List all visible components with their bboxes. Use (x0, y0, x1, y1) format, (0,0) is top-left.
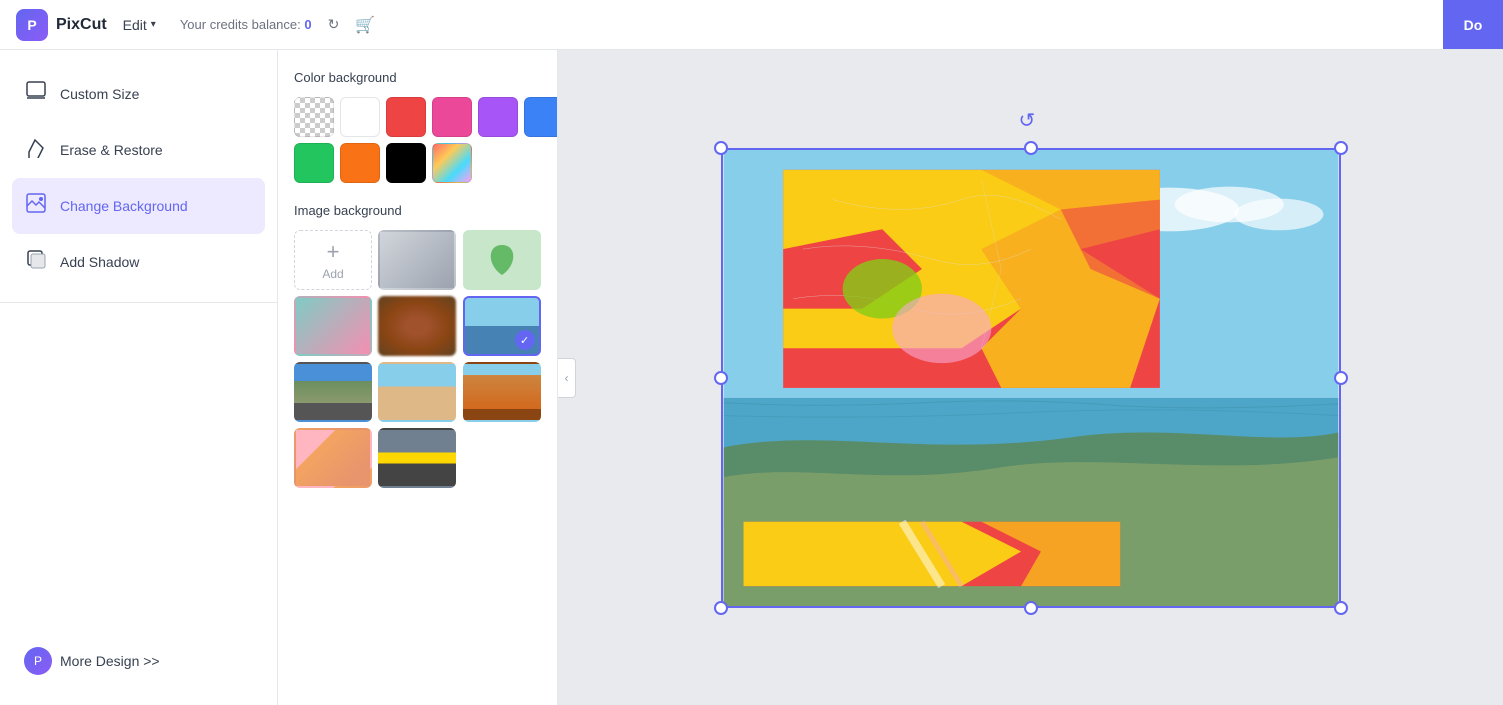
image-thumb-gray[interactable] (378, 230, 456, 290)
color-pink[interactable] (432, 97, 472, 137)
color-green[interactable] (294, 143, 334, 183)
color-black[interactable] (386, 143, 426, 183)
color-white[interactable] (340, 97, 380, 137)
logo-text: PixCut (56, 16, 107, 34)
more-design-icon: P (24, 647, 52, 675)
logo-icon: P (16, 9, 48, 41)
color-grid (294, 97, 541, 183)
sidebar-item-label: Custom Size (60, 86, 139, 102)
selected-check-icon: ✓ (515, 330, 535, 350)
sidebar-item-label: Erase & Restore (60, 142, 163, 158)
image-thumb-street[interactable] (463, 362, 541, 422)
image-thumb-brown[interactable] (378, 296, 456, 356)
sidebar-item-change-background[interactable]: Change Background (12, 178, 265, 234)
add-label: Add (322, 267, 343, 281)
image-thumb-mountain[interactable] (294, 362, 372, 422)
background-panel: Color background Image background + Add (278, 50, 558, 705)
image-grid: + Add ✓ (294, 230, 541, 488)
sidebar-item-label: Change Background (60, 198, 188, 214)
plus-icon: + (327, 239, 340, 265)
color-section-title: Color background (294, 70, 541, 85)
cart-icon[interactable]: 🛒 (355, 15, 375, 35)
image-section-title: Image background (294, 203, 541, 218)
add-image-button[interactable]: + Add (294, 230, 372, 290)
rotate-handle[interactable]: ↺ (1019, 108, 1043, 132)
canvas-area: ‹ ↺ (558, 50, 1503, 705)
color-transparent[interactable] (294, 97, 334, 137)
erase-restore-icon (24, 136, 48, 164)
handle-top-right[interactable] (1334, 141, 1348, 155)
change-background-icon (24, 192, 48, 220)
image-thumb-pastel[interactable] (294, 296, 372, 356)
credits-value: 0 (304, 17, 311, 32)
main-layout: Custom Size Erase & Restore Change Backg… (0, 50, 1503, 705)
sidebar: Custom Size Erase & Restore Change Backg… (0, 50, 278, 705)
color-blue[interactable] (524, 97, 558, 137)
add-shadow-icon (24, 248, 48, 276)
color-orange[interactable] (340, 143, 380, 183)
sidebar-divider (0, 302, 277, 303)
more-design-button[interactable]: P More Design >> (0, 633, 277, 689)
image-thumb-taxi[interactable] (378, 428, 456, 488)
handle-top-middle[interactable] (1024, 141, 1038, 155)
image-thumb-coastal[interactable]: ✓ (463, 296, 541, 356)
background-image (723, 150, 1339, 606)
handle-bottom-middle[interactable] (1024, 601, 1038, 615)
handle-middle-right[interactable] (1334, 371, 1348, 385)
color-red[interactable] (386, 97, 426, 137)
sidebar-item-label: Add Shadow (60, 254, 139, 270)
image-thumb-leaf[interactable] (463, 230, 541, 290)
color-gradient[interactable] (432, 143, 472, 183)
sidebar-item-add-shadow[interactable]: Add Shadow (0, 234, 277, 290)
handle-middle-left[interactable] (714, 371, 728, 385)
canvas-image[interactable] (721, 148, 1341, 608)
header: P PixCut Edit ▾ Your credits balance: 0 … (0, 0, 1503, 50)
image-thumb-door[interactable] (294, 428, 372, 488)
handle-bottom-left[interactable] (714, 601, 728, 615)
logo: P PixCut (16, 9, 107, 41)
refresh-icon[interactable]: ↻ (328, 16, 340, 33)
handle-top-left[interactable] (714, 141, 728, 155)
credits-balance: Your credits balance: 0 (180, 17, 312, 32)
more-design-label: More Design >> (60, 653, 160, 669)
sidebar-item-custom-size[interactable]: Custom Size (0, 66, 277, 122)
edit-menu[interactable]: Edit ▾ (123, 17, 156, 33)
collapse-panel-button[interactable]: ‹ (558, 358, 576, 398)
color-purple[interactable] (478, 97, 518, 137)
custom-size-icon (24, 80, 48, 108)
chevron-down-icon: ▾ (151, 19, 156, 30)
edit-label: Edit (123, 17, 147, 33)
handle-bottom-right[interactable] (1334, 601, 1348, 615)
sidebar-item-erase-restore[interactable]: Erase & Restore (0, 122, 277, 178)
canvas-wrapper: ↺ (721, 148, 1341, 608)
download-button[interactable]: Do (1443, 0, 1503, 49)
image-thumb-arch[interactable] (378, 362, 456, 422)
